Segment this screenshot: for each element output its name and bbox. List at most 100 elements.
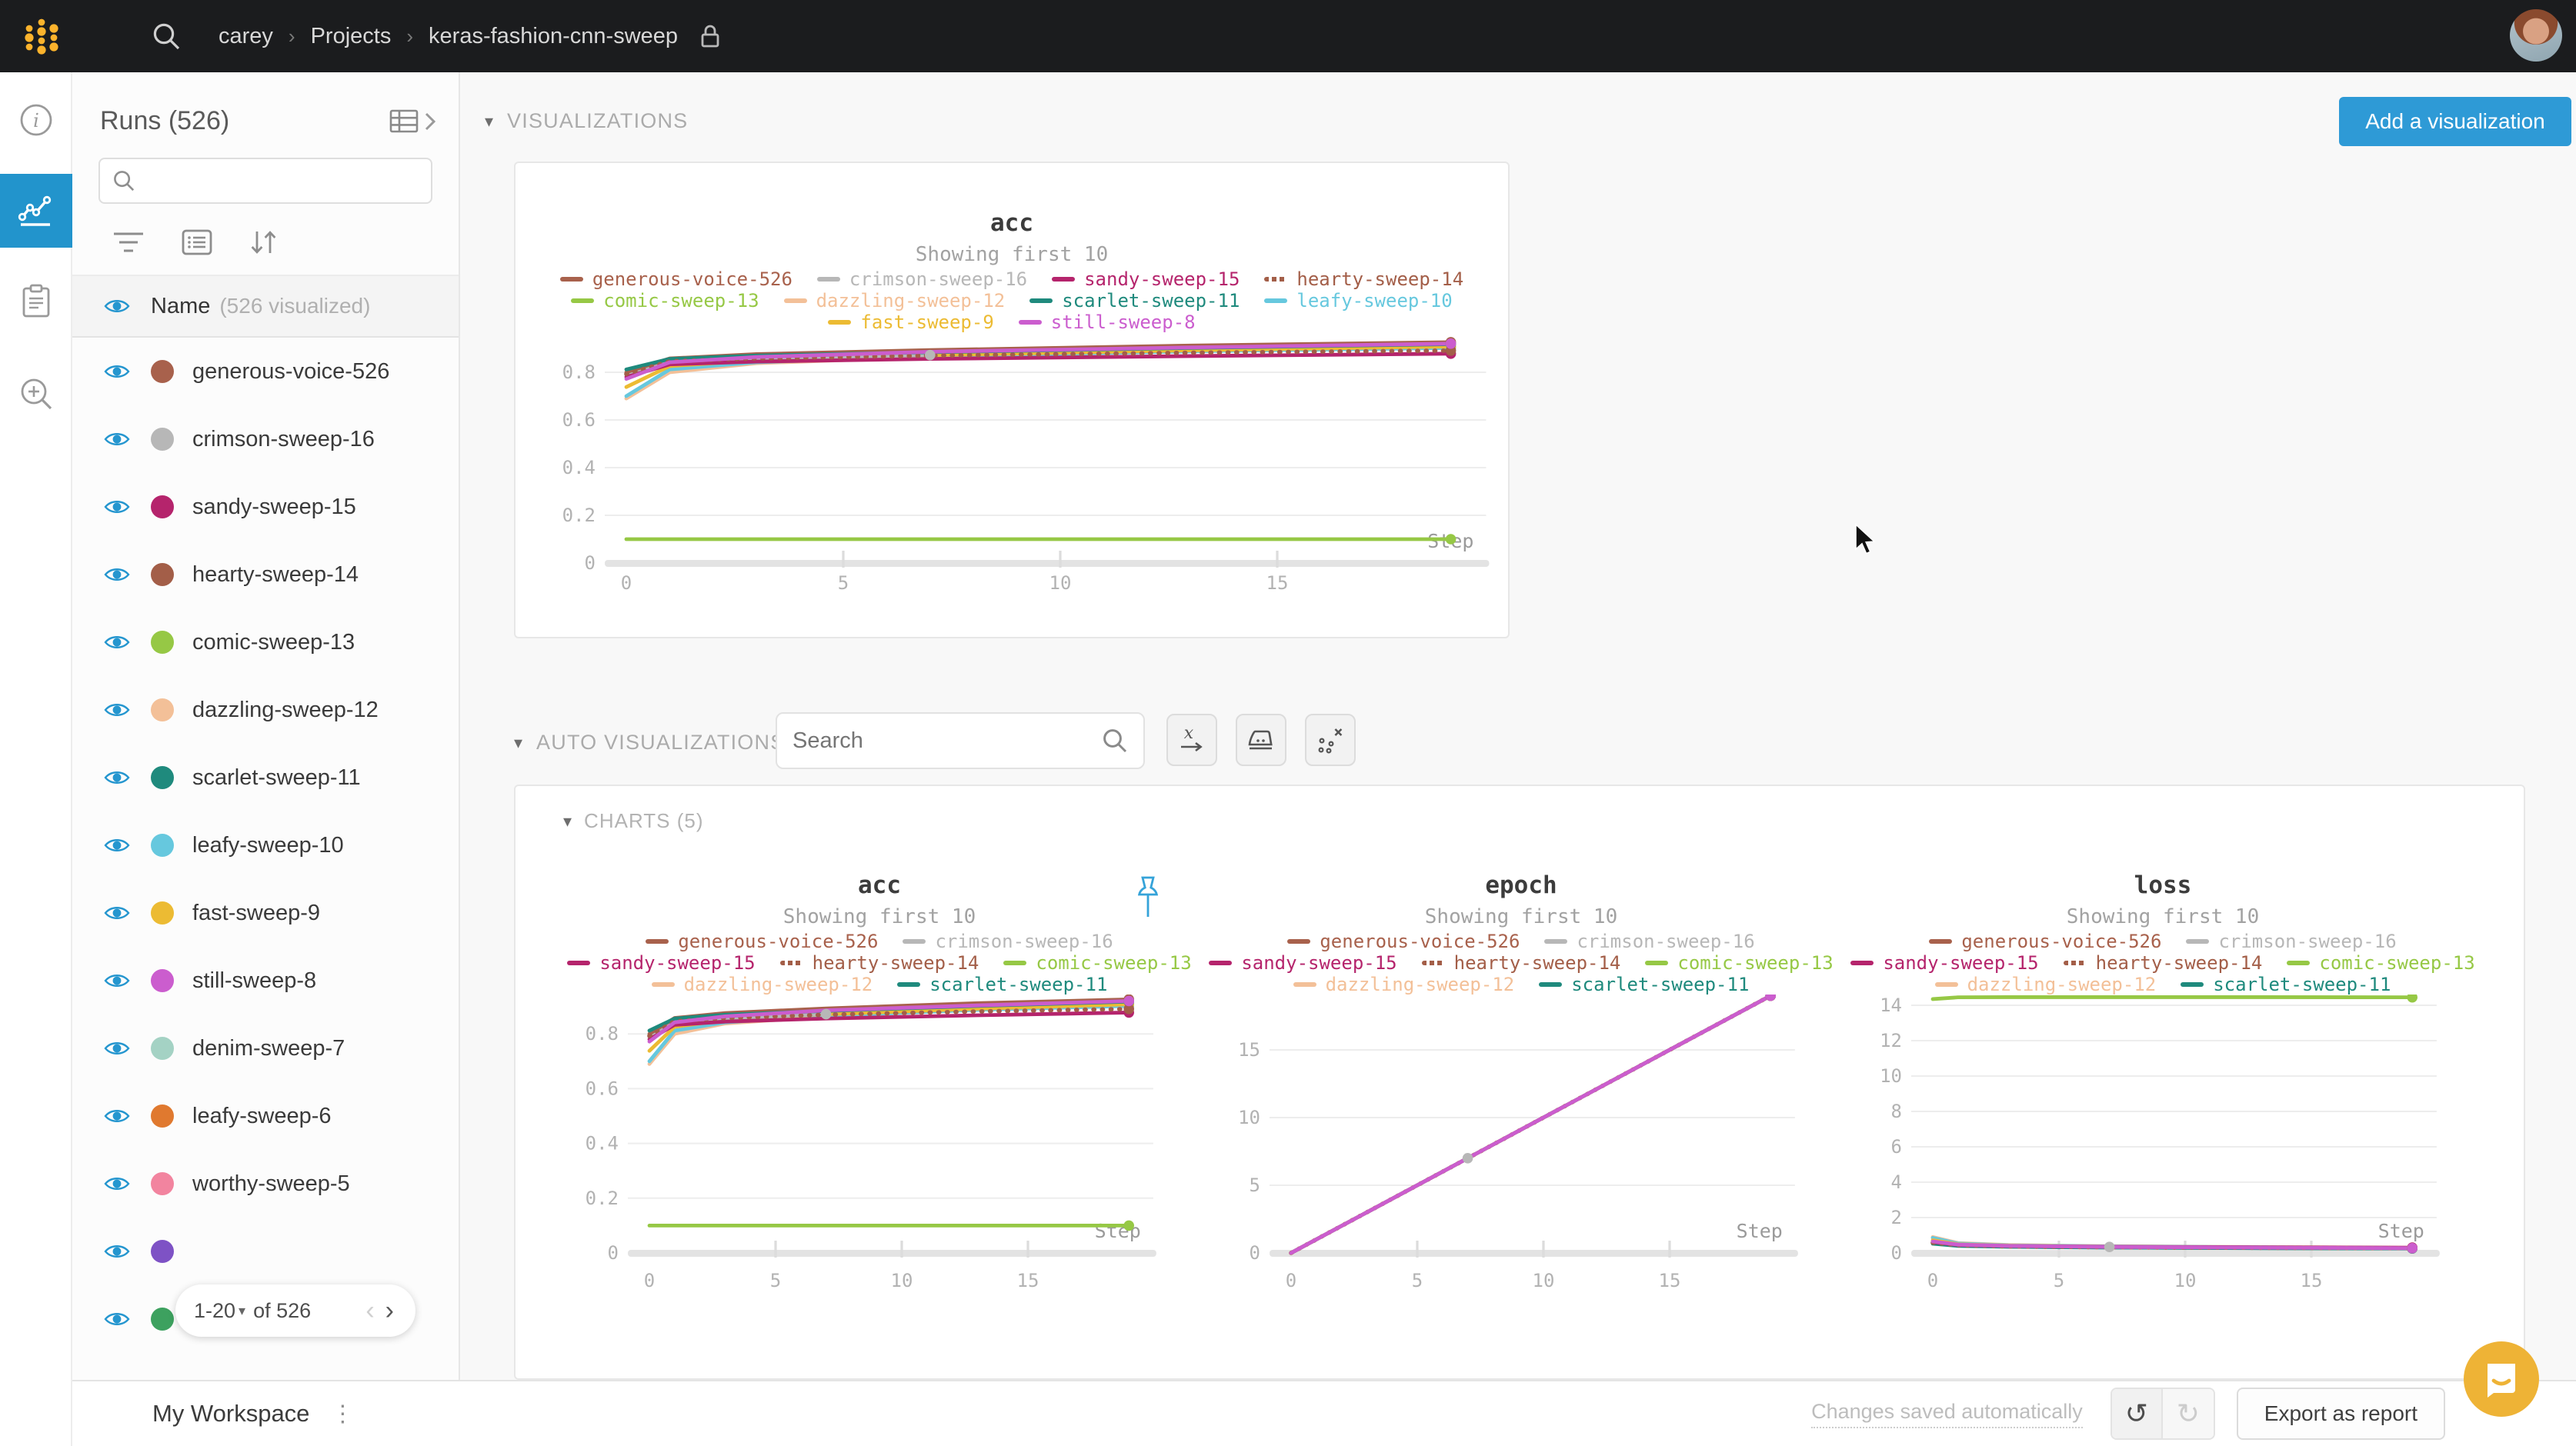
run-list-item[interactable]: dazzling-sweep-12 [72, 676, 459, 744]
chart-plot[interactable]: 00.20.40.60.8051015Step [559, 995, 1200, 1302]
chart-legend-item[interactable]: crimson-sweep-16 [817, 269, 1027, 289]
chart-plot[interactable]: 051015051015Step [1200, 995, 1842, 1302]
chart-legend-item[interactable]: still-sweep-8 [1019, 312, 1196, 332]
notes-tab[interactable] [0, 266, 72, 337]
chart-legend-item[interactable]: scarlet-sweep-11 [2181, 975, 2391, 995]
expand-table-chevron-icon[interactable] [423, 111, 437, 132]
eye-icon[interactable] [103, 1174, 131, 1194]
charts-section-header[interactable]: ▾ CHARTS (5) [516, 786, 2524, 833]
run-name[interactable]: leafy-sweep-6 [192, 1104, 332, 1129]
run-list-item[interactable]: still-sweep-8 [72, 947, 459, 1015]
eye-icon[interactable] [103, 971, 131, 991]
run-name[interactable]: hearty-sweep-14 [192, 562, 359, 588]
chart-legend-item[interactable]: sandy-sweep-15 [1052, 269, 1240, 289]
run-name[interactable]: still-sweep-8 [192, 968, 316, 994]
run-name[interactable]: generous-voice-526 [192, 359, 389, 385]
collapse-caret-icon[interactable]: ▾ [485, 112, 493, 132]
chart-legend-item[interactable]: leafy-sweep-10 [1264, 291, 1452, 311]
eye-icon[interactable] [103, 296, 131, 316]
eye-icon[interactable] [103, 362, 131, 381]
chart-legend-item[interactable]: sandy-sweep-15 [1850, 953, 2038, 973]
run-list-item[interactable]: leafy-sweep-6 [72, 1082, 459, 1150]
chart-legend-item[interactable]: comic-sweep-13 [1645, 953, 1833, 973]
eye-icon[interactable] [103, 497, 131, 517]
visualizations-section-header[interactable]: ▾ VISUALIZATIONS [485, 109, 688, 133]
chart-legend-item[interactable]: crimson-sweep-16 [2186, 931, 2396, 951]
outliers-button[interactable] [1305, 714, 1356, 766]
chart-legend-item[interactable]: hearty-sweep-14 [780, 953, 979, 973]
run-list-item[interactable]: worthy-sweep-5 [72, 1150, 459, 1218]
chart-legend-item[interactable]: dazzling-sweep-12 [784, 291, 1006, 311]
run-list-item[interactable]: generous-voice-526 [72, 338, 459, 405]
chart-legend-item[interactable]: crimson-sweep-16 [903, 931, 1113, 951]
chart-legend-item[interactable]: scarlet-sweep-11 [1029, 291, 1240, 311]
breadcrumb-entity[interactable]: carey [219, 24, 273, 49]
eye-icon[interactable] [103, 700, 131, 720]
run-list-item[interactable]: fast-sweep-9 [72, 879, 459, 947]
prev-page-button[interactable]: ‹ [358, 1296, 382, 1326]
pinned-chart-pin-icon[interactable] [1134, 875, 1162, 921]
wandb-logo-icon[interactable] [18, 12, 65, 61]
chart-legend-item[interactable]: generous-voice-526 [646, 931, 878, 951]
chart-legend-item[interactable]: fast-sweep-9 [828, 312, 993, 332]
acc-chart-small[interactable]: accShowing first 10generous-voice-526cri… [559, 871, 1200, 1308]
add-visualization-button[interactable]: Add a visualization [2339, 97, 2571, 146]
run-list-item[interactable]: sandy-sweep-15 [72, 473, 459, 541]
run-name[interactable]: dazzling-sweep-12 [192, 698, 379, 723]
loss-chart[interactable]: lossShowing first 10generous-voice-526cr… [1842, 871, 2484, 1308]
run-name[interactable]: leafy-sweep-10 [192, 833, 344, 858]
info-tab[interactable]: i [0, 85, 72, 155]
chart-legend-item[interactable]: sandy-sweep-15 [1209, 953, 1396, 973]
charts-tab-active[interactable] [0, 174, 72, 248]
chart-legend-item[interactable]: dazzling-sweep-12 [652, 975, 873, 995]
page-range[interactable]: 1-20 [194, 1299, 235, 1323]
undo-button[interactable]: ↺ [2112, 1389, 2163, 1438]
auto-visualizations-header[interactable]: ▾ AUTO VISUALIZATIONS [514, 731, 785, 755]
eye-icon[interactable] [103, 632, 131, 652]
chart-legend-item[interactable]: comic-sweep-13 [1003, 953, 1191, 973]
charts-search[interactable] [776, 712, 1145, 769]
chart-legend-item[interactable]: scarlet-sweep-11 [897, 975, 1107, 995]
run-list-item[interactable]: crimson-sweep-16 [72, 405, 459, 473]
eye-icon[interactable] [103, 903, 131, 923]
run-list-item[interactable]: denim-sweep-7 [72, 1015, 459, 1082]
user-avatar[interactable] [2510, 9, 2562, 62]
run-list-item[interactable] [72, 1218, 459, 1285]
chart-plot[interactable]: 00.20.40.60.8051015Step [516, 332, 1508, 612]
chart-legend-item[interactable]: generous-voice-526 [1929, 931, 2161, 951]
smoothing-button[interactable] [1236, 714, 1286, 766]
zoom-add-tab[interactable] [0, 358, 72, 429]
acc-panel-card[interactable]: accShowing first 10generous-voice-526cri… [514, 162, 1510, 638]
collapse-caret-icon[interactable]: ▾ [563, 811, 572, 831]
charts-search-input[interactable] [792, 728, 1102, 754]
run-name[interactable]: sandy-sweep-15 [192, 495, 356, 520]
chart-legend-item[interactable]: hearty-sweep-14 [2064, 953, 2263, 973]
workspace-title[interactable]: My Workspace [152, 1400, 309, 1428]
workspace-menu-icon[interactable]: ⋮ [331, 1401, 354, 1428]
run-name[interactable]: denim-sweep-7 [192, 1036, 345, 1061]
epoch-chart[interactable]: epochShowing first 10generous-voice-526c… [1200, 871, 1842, 1308]
breadcrumb-projects[interactable]: Projects [311, 24, 392, 49]
chart-legend-item[interactable]: dazzling-sweep-12 [1935, 975, 2157, 995]
chart-legend-item[interactable]: hearty-sweep-14 [1264, 269, 1463, 289]
chart-legend-item[interactable]: comic-sweep-13 [2287, 953, 2474, 973]
export-report-button[interactable]: Export as report [2237, 1388, 2445, 1440]
run-list-item[interactable]: scarlet-sweep-11 [72, 744, 459, 811]
search-icon[interactable] [151, 21, 182, 52]
eye-icon[interactable] [103, 1241, 131, 1261]
table-icon[interactable] [389, 109, 419, 134]
chart-legend-item[interactable]: comic-sweep-13 [571, 291, 759, 311]
chart-legend-item[interactable]: hearty-sweep-14 [1422, 953, 1621, 973]
runs-name-header[interactable]: Name (526 visualized) [72, 275, 459, 338]
run-name[interactable]: worthy-sweep-5 [192, 1171, 350, 1197]
chart-legend-item[interactable]: crimson-sweep-16 [1544, 931, 1754, 951]
redo-button[interactable]: ↻ [2163, 1389, 2214, 1438]
run-name[interactable]: comic-sweep-13 [192, 630, 355, 655]
run-name[interactable]: scarlet-sweep-11 [192, 765, 361, 791]
page-size-caret-icon[interactable]: ▾ [239, 1303, 245, 1319]
next-page-button[interactable]: › [382, 1296, 397, 1326]
eye-icon[interactable] [103, 835, 131, 855]
eye-icon[interactable] [103, 1038, 131, 1058]
run-name[interactable]: crimson-sweep-16 [192, 427, 375, 452]
run-name[interactable]: fast-sweep-9 [192, 901, 320, 926]
